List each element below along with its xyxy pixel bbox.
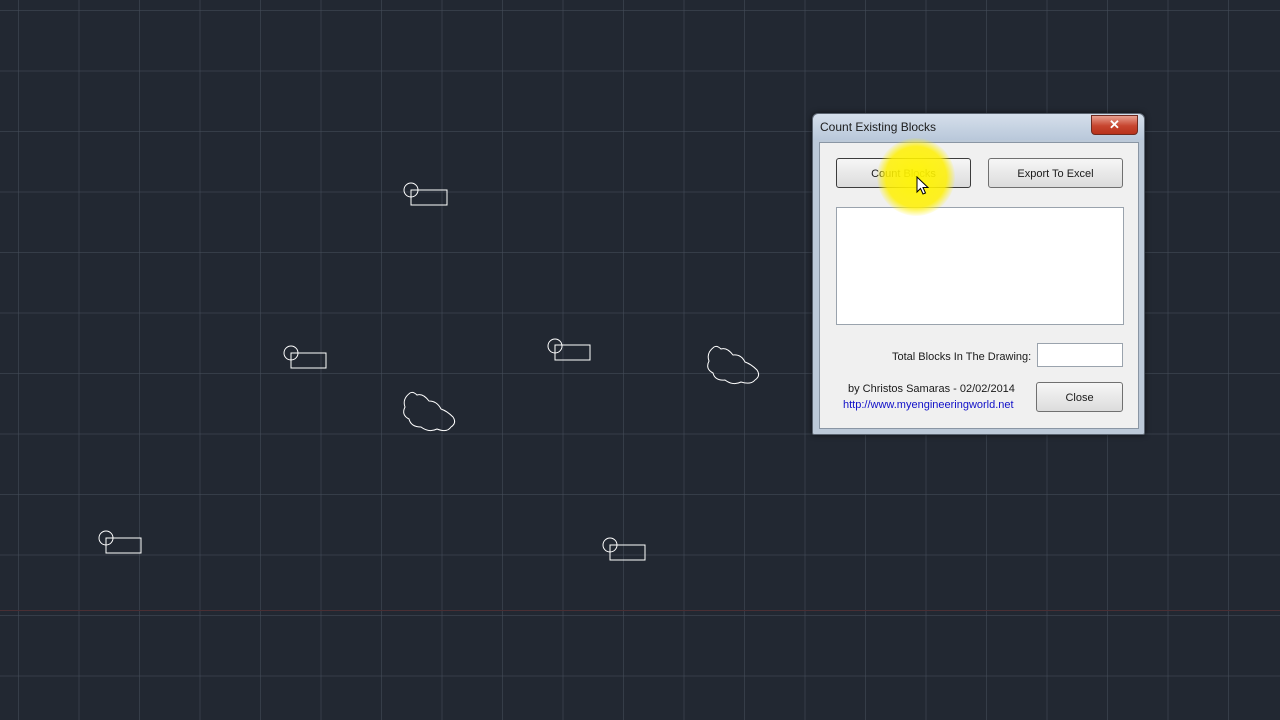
block-reference[interactable] xyxy=(602,537,646,561)
website-link[interactable]: http://www.myengineeringworld.net xyxy=(843,399,1014,411)
blocks-list[interactable] xyxy=(836,207,1124,325)
cloud-shape[interactable] xyxy=(403,391,456,432)
dialog-client-area: Count Blocks Export To Excel Total Block… xyxy=(819,142,1139,429)
block-reference[interactable] xyxy=(98,530,142,554)
block-reference[interactable] xyxy=(547,338,591,361)
block-reference[interactable] xyxy=(283,345,327,369)
author-credit: by Christos Samaras - 02/02/2014 xyxy=(848,383,1015,395)
export-to-excel-button[interactable]: Export To Excel xyxy=(988,158,1123,188)
mouse-pointer-icon xyxy=(916,176,930,195)
block-reference[interactable] xyxy=(403,182,448,206)
close-button[interactable]: Close xyxy=(1036,382,1123,412)
dialog-titlebar[interactable]: Count Existing Blocks ✕ xyxy=(813,114,1144,140)
dialog-title: Count Existing Blocks xyxy=(820,120,937,134)
count-blocks-dialog: Count Existing Blocks ✕ Count Blocks Exp… xyxy=(812,113,1145,435)
cloud-shape[interactable] xyxy=(707,345,760,385)
total-blocks-field[interactable] xyxy=(1037,343,1123,367)
count-blocks-button[interactable]: Count Blocks xyxy=(836,158,971,188)
total-blocks-label: Total Blocks In The Drawing: xyxy=(892,351,1032,363)
close-x-icon[interactable]: ✕ xyxy=(1091,115,1138,135)
